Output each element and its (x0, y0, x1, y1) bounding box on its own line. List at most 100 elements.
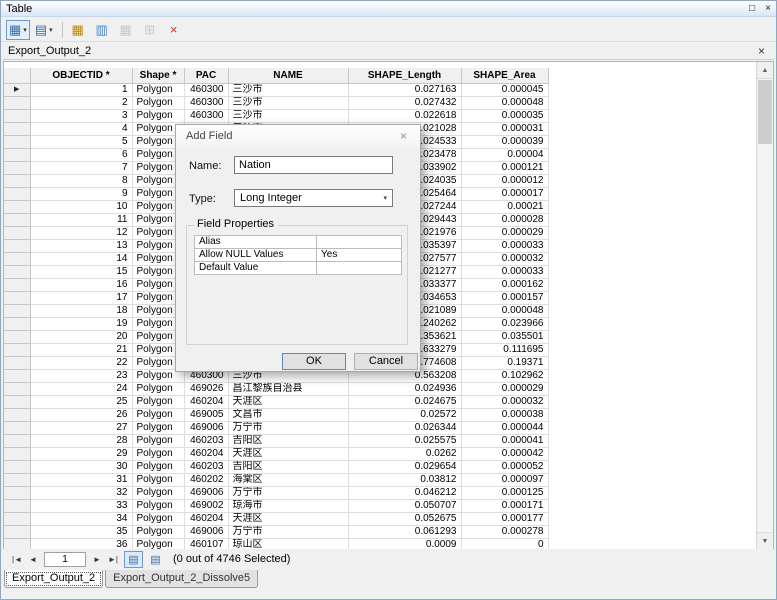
cell-objectid[interactable]: 23 (30, 369, 132, 382)
cell-name[interactable]: 万宁市 (228, 486, 348, 499)
row-selector[interactable] (4, 460, 30, 473)
cell-pac[interactable]: 460203 (184, 460, 228, 473)
row-selector[interactable] (4, 161, 30, 174)
select-by-attributes-button[interactable]: ▦ (67, 20, 89, 40)
delete-selected-button[interactable]: × (163, 20, 185, 40)
cell-shape[interactable]: Polygon (132, 499, 184, 512)
cell-shape-length[interactable]: 0.02572 (348, 408, 461, 421)
row-selector[interactable] (4, 330, 30, 343)
cell-shape[interactable]: Polygon (132, 460, 184, 473)
first-record-button[interactable]: |◄ (9, 551, 25, 567)
row-selector[interactable] (4, 226, 30, 239)
cell-shape-length[interactable]: 0.024675 (348, 395, 461, 408)
cell-objectid[interactable]: 17 (30, 291, 132, 304)
cell-shape-area[interactable]: 0.000035 (461, 109, 548, 122)
cell-shape-length[interactable]: 0.026344 (348, 421, 461, 434)
cell-objectid[interactable]: 10 (30, 200, 132, 213)
cell-objectid[interactable]: 34 (30, 512, 132, 525)
cell-name[interactable]: 万宁市 (228, 525, 348, 538)
row-selector[interactable] (4, 369, 30, 382)
property-value-alias[interactable] (317, 236, 402, 249)
row-selector[interactable] (4, 499, 30, 512)
cell-shape-length[interactable]: 0.061293 (348, 525, 461, 538)
cell-pac[interactable]: 460204 (184, 512, 228, 525)
cell-shape-area[interactable]: 0.000012 (461, 174, 548, 187)
cell-shape-area[interactable]: 0.035501 (461, 330, 548, 343)
previous-record-button[interactable]: ◄ (25, 551, 41, 567)
cell-shape-area[interactable]: 0.000017 (461, 187, 548, 200)
cell-name[interactable]: 吉阳区 (228, 460, 348, 473)
cell-objectid[interactable]: 5 (30, 135, 132, 148)
cell-shape-area[interactable]: 0.000162 (461, 278, 548, 291)
column-header-name[interactable]: NAME (228, 68, 348, 83)
cell-objectid[interactable]: 12 (30, 226, 132, 239)
cell-name[interactable]: 琼海市 (228, 499, 348, 512)
column-header-shape[interactable]: Shape * (132, 68, 184, 83)
row-selector[interactable] (4, 239, 30, 252)
column-header-pac[interactable]: PAC (184, 68, 228, 83)
cell-pac[interactable]: 460204 (184, 447, 228, 460)
cell-name[interactable]: 吉阳区 (228, 434, 348, 447)
vertical-scrollbar[interactable]: ▲ ▼ (756, 62, 773, 549)
cell-shape-area[interactable]: 0.000031 (461, 122, 548, 135)
cell-shape-area[interactable]: 0.000177 (461, 512, 548, 525)
cell-shape[interactable]: Polygon (132, 421, 184, 434)
row-selector[interactable] (4, 96, 30, 109)
last-record-button[interactable]: ►| (105, 551, 121, 567)
row-selector[interactable]: ▶ (4, 83, 30, 96)
cell-pac[interactable]: 460300 (184, 109, 228, 122)
row-selector[interactable] (4, 291, 30, 304)
cell-objectid[interactable]: 18 (30, 304, 132, 317)
row-selector[interactable] (4, 278, 30, 291)
cell-objectid[interactable]: 29 (30, 447, 132, 460)
row-selector[interactable] (4, 317, 30, 330)
cell-pac[interactable]: 460202 (184, 473, 228, 486)
switch-selection-button[interactable]: ▥ (91, 20, 113, 40)
cell-shape-area[interactable]: 0.000033 (461, 239, 548, 252)
cell-shape[interactable]: Polygon (132, 83, 184, 96)
cell-objectid[interactable]: 16 (30, 278, 132, 291)
column-header-shape-area[interactable]: SHAPE_Area (461, 68, 548, 83)
row-selector[interactable] (4, 200, 30, 213)
cell-objectid[interactable]: 21 (30, 343, 132, 356)
cell-shape-area[interactable]: 0.000121 (461, 161, 548, 174)
cell-shape[interactable]: Polygon (132, 512, 184, 525)
cell-objectid[interactable]: 22 (30, 356, 132, 369)
row-selector[interactable] (4, 213, 30, 226)
cell-name[interactable]: 万宁市 (228, 421, 348, 434)
cell-objectid[interactable]: 20 (30, 330, 132, 343)
cell-objectid[interactable]: 32 (30, 486, 132, 499)
row-selector[interactable] (4, 343, 30, 356)
scrollbar-thumb[interactable] (758, 80, 772, 144)
table-options-button[interactable]: ▦▾ (6, 20, 30, 40)
cell-pac[interactable]: 460203 (184, 434, 228, 447)
row-selector[interactable] (4, 382, 30, 395)
cell-shape-area[interactable]: 0.000157 (461, 291, 548, 304)
name-input[interactable] (234, 156, 393, 174)
cell-name[interactable]: 天涯区 (228, 512, 348, 525)
row-selector[interactable] (4, 187, 30, 200)
row-selector[interactable] (4, 356, 30, 369)
row-selector[interactable] (4, 408, 30, 421)
cell-shape-area[interactable]: 0.102962 (461, 369, 548, 382)
cell-objectid[interactable]: 28 (30, 434, 132, 447)
row-selector[interactable] (4, 304, 30, 317)
cell-name[interactable]: 天涯区 (228, 447, 348, 460)
show-all-records-button[interactable]: ▤ (124, 551, 143, 568)
row-selector[interactable] (4, 252, 30, 265)
cell-shape[interactable]: Polygon (132, 395, 184, 408)
dialog-close-button[interactable]: × (397, 129, 410, 143)
cell-shape[interactable]: Polygon (132, 408, 184, 421)
row-selector[interactable] (4, 525, 30, 538)
next-record-button[interactable]: ► (89, 551, 105, 567)
row-selector[interactable] (4, 135, 30, 148)
cell-shape-length[interactable]: 0.052675 (348, 512, 461, 525)
cell-objectid[interactable]: 13 (30, 239, 132, 252)
cell-shape-length[interactable]: 0.03812 (348, 473, 461, 486)
cell-objectid[interactable]: 11 (30, 213, 132, 226)
cell-objectid[interactable]: 6 (30, 148, 132, 161)
cell-objectid[interactable]: 35 (30, 525, 132, 538)
cell-shape-area[interactable]: 0.000044 (461, 421, 548, 434)
cell-objectid[interactable]: 9 (30, 187, 132, 200)
row-selector[interactable] (4, 473, 30, 486)
